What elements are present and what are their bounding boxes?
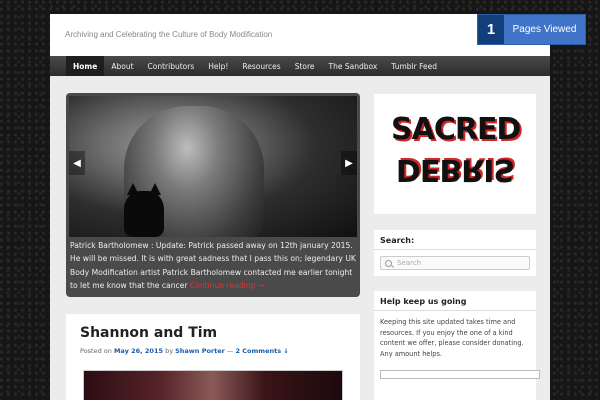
help-widget-title: Help keep us going xyxy=(380,297,467,306)
search-input[interactable]: Search xyxy=(380,256,530,270)
continue-reading-link[interactable]: Continue reading → xyxy=(190,281,264,290)
slide-photo[interactable] xyxy=(69,96,357,237)
widget-divider xyxy=(374,310,536,311)
pages-viewed-count: 1 xyxy=(478,15,504,44)
post-author-link[interactable]: Shawn Porter xyxy=(175,347,225,355)
post-image[interactable] xyxy=(83,370,343,400)
nav-item-resources[interactable]: Resources xyxy=(235,56,287,76)
donate-widget[interactable] xyxy=(380,370,540,379)
meta-separator: — xyxy=(224,347,236,355)
posted-on-label: Posted on xyxy=(80,347,114,355)
site-header: Archiving and Celebrating the Culture of… xyxy=(50,14,550,56)
post-title[interactable]: Shannon and Tim xyxy=(80,325,217,341)
slide-caption: Patrick Bartholomew : Update: Patrick pa… xyxy=(70,239,356,293)
nav-item-sandbox[interactable]: The Sandbox xyxy=(322,56,385,76)
search-icon xyxy=(385,259,392,267)
logo-widget: SACRED DEBRIS xyxy=(374,94,536,214)
featured-slider: ◀ ▶ Patrick Bartholomew : Update: Patric… xyxy=(66,93,360,297)
nav-item-about[interactable]: About xyxy=(104,56,140,76)
post-meta: Posted on May 26, 2015 by Shawn Porter —… xyxy=(80,347,289,355)
search-widget-title: Search: xyxy=(380,236,415,245)
help-text: Keeping this site updated takes time and… xyxy=(380,318,524,358)
sacred-debris-logo[interactable]: SACRED DEBRIS xyxy=(391,110,521,198)
nav-item-tumblr-feed[interactable]: Tumblr Feed xyxy=(384,56,444,76)
nav-item-home[interactable]: Home xyxy=(66,56,105,76)
post-comments-link[interactable]: 2 Comments ↓ xyxy=(236,347,289,355)
widget-divider xyxy=(374,249,536,250)
slide-photo-cat xyxy=(124,183,164,237)
site-tagline: Archiving and Celebrating the Culture of… xyxy=(65,30,273,39)
nav-item-store[interactable]: Store xyxy=(288,56,322,76)
post-card: Shannon and Tim Posted on May 26, 2015 b… xyxy=(66,314,360,400)
chevron-left-icon[interactable]: ◀ xyxy=(69,151,85,175)
main-content: ◀ ▶ Patrick Bartholomew : Update: Patric… xyxy=(50,76,550,400)
chevron-right-icon[interactable]: ▶ xyxy=(341,151,357,175)
main-nav: Home About Contributors Help! Resources … xyxy=(50,56,550,76)
post-date-link[interactable]: May 26, 2015 xyxy=(114,347,163,355)
nav-item-help[interactable]: Help! xyxy=(201,56,235,76)
search-widget: Search: Search xyxy=(374,230,536,276)
nav-item-contributors[interactable]: Contributors xyxy=(141,56,202,76)
search-placeholder: Search xyxy=(397,259,422,267)
pages-viewed-label: Pages Viewed xyxy=(512,24,577,35)
logo-line-2: DEBRIS xyxy=(395,152,515,187)
logo-line-1: SACRED xyxy=(391,112,521,147)
by-label: by xyxy=(163,347,176,355)
help-widget: Help keep us going Keeping this site upd… xyxy=(374,291,540,400)
pages-viewed-badge[interactable]: 1 Pages Viewed xyxy=(477,14,586,45)
